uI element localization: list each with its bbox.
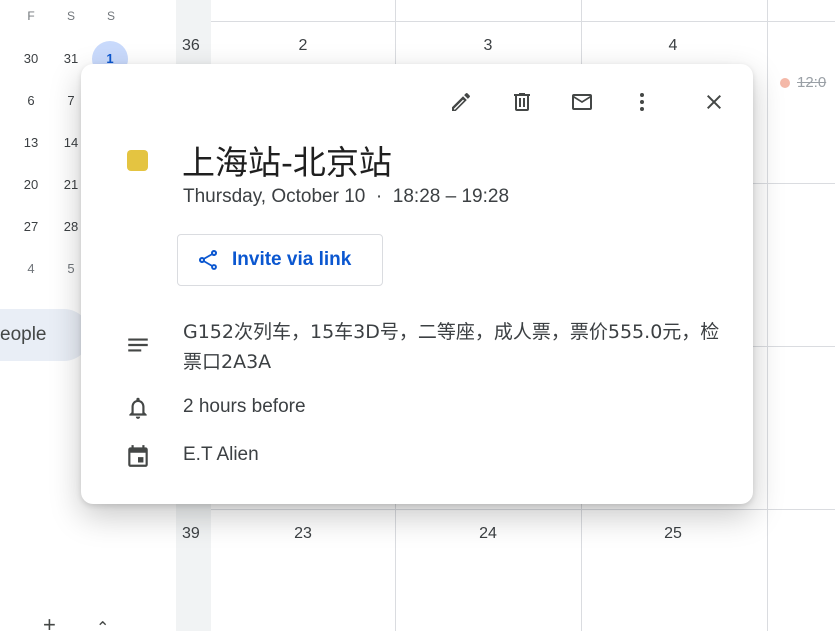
mini-calendar-day[interactable]: 27 [11, 219, 51, 234]
week-number: 39 [182, 525, 200, 542]
mini-calendar-day[interactable]: 13 [11, 135, 51, 150]
mini-calendar-day[interactable]: 6 [11, 93, 51, 108]
day-number[interactable]: 4 [653, 37, 693, 55]
calendar-event-chip[interactable]: 12:0 [780, 74, 826, 91]
week-number: 36 [182, 37, 200, 54]
email-guests-button[interactable] [562, 82, 602, 122]
mini-calendar-day[interactable]: 20 [11, 177, 51, 192]
delete-button[interactable] [502, 82, 542, 122]
more-options-button[interactable] [622, 82, 662, 122]
mini-calendar-day[interactable]: 4 [11, 261, 51, 276]
mini-calendar-day[interactable]: 31 [51, 51, 91, 66]
grid-divider [211, 509, 835, 510]
event-title: 上海站-北京站 [182, 143, 392, 182]
grid-divider [211, 21, 835, 22]
plus-icon[interactable]: + [43, 612, 56, 638]
day-number[interactable]: 24 [468, 525, 508, 543]
day-number[interactable]: 25 [653, 525, 693, 543]
dialog-toolbar [81, 82, 753, 122]
chevron-up-icon[interactable]: ⌃ [96, 618, 109, 638]
close-icon [707, 95, 721, 109]
calendar-icon [125, 443, 151, 469]
event-date-time: Thursday, October 10 · 18:28 – 19:28 [183, 186, 510, 207]
description-icon [125, 332, 151, 358]
event-color-dot [780, 77, 790, 88]
weekday-header: S [106, 9, 115, 23]
weekday-header: F [27, 9, 35, 23]
delete-icon [514, 93, 530, 111]
close-button[interactable] [694, 82, 734, 122]
bell-icon [125, 395, 151, 421]
day-number[interactable]: 2 [283, 37, 323, 55]
people-label: eople [0, 324, 47, 345]
edit-button[interactable] [441, 82, 481, 122]
mini-calendar-weekday-headers: F S S [11, 9, 131, 23]
event-color-swatch [127, 150, 148, 171]
edit-icon [452, 92, 471, 111]
calendar-owner: E.T Alien [183, 444, 259, 465]
day-number[interactable]: 3 [468, 37, 508, 55]
grid-divider [767, 0, 768, 631]
day-number[interactable]: 23 [283, 525, 323, 543]
event-description: G152次列车，15车3D号，二等座，成人票，票价555.0元，检票口2A3A [183, 321, 720, 373]
invite-via-link-button[interactable]: Invite via link [177, 234, 383, 286]
mini-calendar-day[interactable]: 30 [11, 51, 51, 66]
event-time: 12:0 [797, 74, 827, 91]
weekday-header: S [66, 9, 75, 23]
email-icon [572, 94, 592, 110]
event-detail-dialog: 上海站-北京站 Thursday, October 10 · 18:28 – 1… [81, 64, 753, 504]
people-search[interactable]: eople [0, 309, 90, 361]
share-icon [198, 249, 218, 270]
reminder-text: 2 hours before [183, 396, 306, 417]
more-vert-icon [640, 93, 644, 111]
invite-label: Invite via link [232, 249, 352, 270]
